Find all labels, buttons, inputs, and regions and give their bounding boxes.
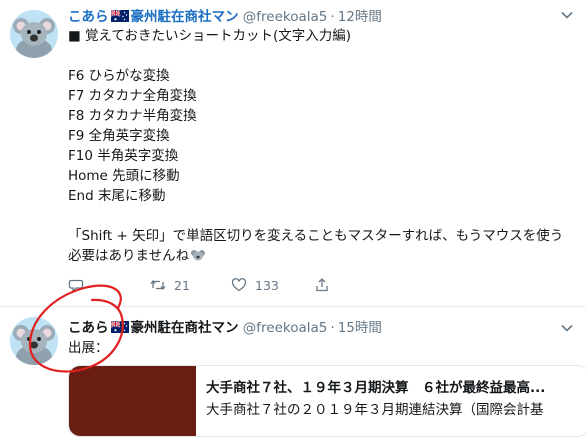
koala-avatar-icon xyxy=(10,10,58,58)
display-name[interactable]: こあら xyxy=(68,9,109,25)
tweet-header: こあら 豪州駐在商社マン @freekoala5 · 12時間 xyxy=(68,5,382,25)
text-line: 「Shift + 矢印」で単語区切りを変えることもマスターすれば、もうマウスを使… xyxy=(68,228,564,244)
retweet-count: 21 xyxy=(174,277,190,293)
chevron-down-icon[interactable] xyxy=(560,8,574,22)
tweet-text: ■ 覚えておきたいショートカット(文字入力編) F6 ひらがな変換 F7 カタカ… xyxy=(68,26,573,266)
koala-avatar-icon xyxy=(10,317,58,365)
text-line: F7 カタカナ全角変換 xyxy=(68,88,197,104)
text-line: End 末尾に移動 xyxy=(68,188,166,204)
text-line: F8 カタカナ半角変換 xyxy=(68,108,197,124)
timestamp[interactable]: 15時間 xyxy=(338,320,382,336)
card-title: 大手商社７社、１９年３月期決算 ６社が最終益最高... xyxy=(206,380,546,396)
tweet-actions: 21 133 xyxy=(68,277,488,297)
timestamp[interactable]: 12時間 xyxy=(338,9,382,25)
share-icon xyxy=(316,278,328,292)
text-line: F9 全角英字変換 xyxy=(68,128,170,144)
share-button[interactable] xyxy=(314,277,330,293)
tweet-text: 出展： xyxy=(68,338,573,358)
reply-button[interactable] xyxy=(68,277,92,293)
tweet[interactable]: こあら 豪州駐在商社マン @freekoala5 · 12時間 ■ 覚えておきたいシ… xyxy=(0,0,586,306)
avatar[interactable] xyxy=(10,10,58,58)
reply-icon xyxy=(68,279,84,293)
retweet-icon xyxy=(150,279,166,291)
text-line: F10 半角英字変換 xyxy=(68,148,179,164)
text-line: ■ 覚えておきたいショートカット(文字入力編) xyxy=(68,28,351,44)
card-thumbnail xyxy=(69,366,196,436)
display-name-suffix[interactable]: 豪州駐在商社マン xyxy=(131,320,239,336)
australia-flag-icon xyxy=(110,10,129,22)
display-name[interactable]: こあら xyxy=(68,320,109,336)
koala-emoji-icon xyxy=(191,250,206,261)
tweet-header: こあら 豪州駐在商社マン @freekoala5 · 15時間 xyxy=(68,316,382,336)
display-name-suffix[interactable]: 豪州駐在商社マン xyxy=(131,9,239,25)
text-line: 出展： xyxy=(68,340,109,356)
text-line: Home 先頭に移動 xyxy=(68,168,180,184)
link-card[interactable]: 大手商社７社、１９年３月期決算 ６社が最終益最高... 大手商社７社の２０１９年… xyxy=(68,365,586,437)
card-description: 大手商社７社の２０１９年３月期連結決算（国際会計基 xyxy=(206,402,544,418)
text-span: 必要はありませんね xyxy=(68,248,190,264)
heart-icon xyxy=(231,278,247,292)
user-handle[interactable]: @freekoala5 xyxy=(243,320,328,336)
separator-dot: · xyxy=(330,9,335,25)
separator-dot: · xyxy=(330,320,335,336)
text-line-last: 必要はありませんね xyxy=(68,246,573,266)
user-handle[interactable]: @freekoala5 xyxy=(243,9,328,25)
retweet-button[interactable]: 21 xyxy=(150,277,190,293)
like-button[interactable]: 133 xyxy=(231,277,279,293)
avatar[interactable] xyxy=(10,317,58,365)
australia-flag-icon xyxy=(110,321,129,333)
text-line: F6 ひらがな変換 xyxy=(68,68,170,84)
tweet[interactable]: こあら 豪州駐在商社マン @freekoala5 · 15時間 出展： 大手商社７社… xyxy=(0,307,586,437)
like-count: 133 xyxy=(255,277,279,293)
chevron-down-icon[interactable] xyxy=(560,321,574,335)
